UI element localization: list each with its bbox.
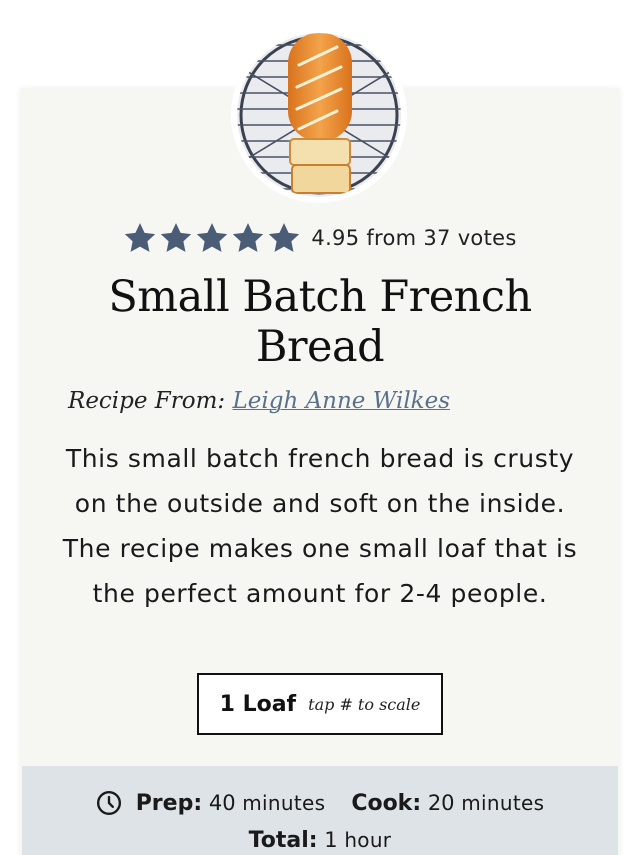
recipe-page: 4.95 from 37 votes Small Batch French Br… [0, 0, 640, 855]
recipe-summary: This small batch french bread is crusty … [62, 444, 578, 608]
prep-label: Prep: [135, 790, 203, 816]
clock-icon [96, 790, 122, 816]
star-icon[interactable] [267, 222, 301, 254]
star-icon[interactable] [231, 222, 265, 254]
author-prefix: Recipe From: [68, 388, 226, 414]
star-rating[interactable] [123, 222, 301, 254]
servings-scaler-button[interactable]: 1 Loaf tap # to scale [197, 673, 443, 735]
recipe-photo [237, 33, 401, 197]
prep-unit: minutes [242, 790, 326, 815]
cook-label: Cook: [351, 790, 422, 816]
cook-unit: minutes [461, 790, 545, 815]
times-row-prep-cook: Prep: 40 minutes Cook: 20 minutes [22, 790, 618, 816]
recipe-title: Small Batch French Bread [108, 272, 532, 372]
star-icon[interactable] [159, 222, 193, 254]
total-label: Total: [248, 828, 318, 853]
recipe-photo-frame [231, 27, 407, 203]
star-icon[interactable] [123, 222, 157, 254]
recipe-author: Recipe From: Leigh Anne Wilkes [68, 388, 450, 414]
servings-value[interactable]: 1 Loaf [220, 692, 297, 717]
recipe-times: Prep: 40 minutes Cook: 20 minutes Total:… [22, 766, 618, 855]
cook-value: 20 [427, 790, 455, 815]
rating-summary: 4.95 from 37 votes [311, 226, 517, 250]
recipe-rating: 4.95 from 37 votes [0, 222, 640, 254]
author-link[interactable]: Leigh Anne Wilkes [232, 388, 450, 414]
star-icon[interactable] [195, 222, 229, 254]
servings-hint: tap # to scale [308, 694, 421, 714]
total-unit: hour [344, 828, 392, 852]
times-row-total: Total: 1 hour [22, 828, 618, 853]
total-value: 1 [324, 828, 338, 852]
prep-value: 40 [208, 790, 236, 815]
